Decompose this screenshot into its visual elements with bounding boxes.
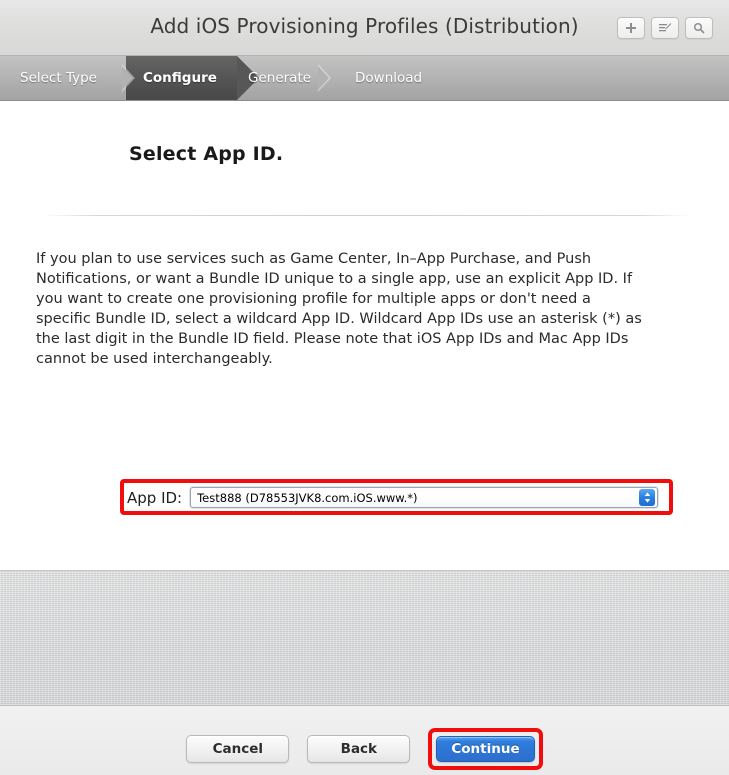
step-generate-label: Generate <box>248 70 312 86</box>
cancel-button[interactable]: Cancel <box>186 735 290 763</box>
step-chevron-1 <box>122 64 135 92</box>
continue-button[interactable]: Continue <box>436 736 535 762</box>
wizard-step-bar: Select Type Configure Generate Download <box>0 56 729 101</box>
step-configure[interactable]: Configure <box>126 56 259 100</box>
plus-icon <box>625 22 637 34</box>
step-download[interactable]: Download <box>355 56 422 100</box>
app-id-row: App ID: Test888 (D78553JVK8.com.iOS.www.… <box>127 487 659 508</box>
step-chevron-2 <box>318 64 331 92</box>
chevron-updown-icon[interactable] <box>639 489 656 506</box>
search-button[interactable] <box>685 17 713 39</box>
edit-pencil-icon <box>658 22 672 34</box>
linen-texture-panel <box>0 570 729 706</box>
step-configure-label: Configure <box>143 70 217 86</box>
step-select-type[interactable]: Select Type <box>0 56 119 100</box>
titlebar-button-group <box>617 17 713 39</box>
app-id-selected-value: Test888 (D78553JVK8.com.iOS.www.*) <box>197 490 418 505</box>
app-id-select[interactable]: Test888 (D78553JVK8.com.iOS.www.*) <box>190 487 659 508</box>
search-icon <box>693 22 705 34</box>
page-title: Select App ID. <box>129 143 284 165</box>
step-select-type-label: Select Type <box>20 70 97 86</box>
app-id-label: App ID: <box>127 488 183 507</box>
dialog-footer: Cancel Back Continue <box>0 706 729 775</box>
window-titlebar: Add iOS Provisioning Profiles (Distribut… <box>0 0 729 56</box>
back-button[interactable]: Back <box>307 735 411 763</box>
wizard-content-pane: Select App ID. If you plan to use servic… <box>0 101 729 570</box>
footer-button-group: Cancel Back Continue <box>0 728 729 770</box>
step-download-label: Download <box>355 70 423 86</box>
provisioning-profile-wizard: Add iOS Provisioning Profiles (Distribut… <box>0 0 729 775</box>
description-text: If you plan to use services such as Game… <box>36 251 642 367</box>
edit-button[interactable] <box>651 17 679 39</box>
content-divider <box>45 215 690 216</box>
add-button[interactable] <box>617 17 645 39</box>
continue-button-highlight-annotation: Continue <box>428 728 543 770</box>
